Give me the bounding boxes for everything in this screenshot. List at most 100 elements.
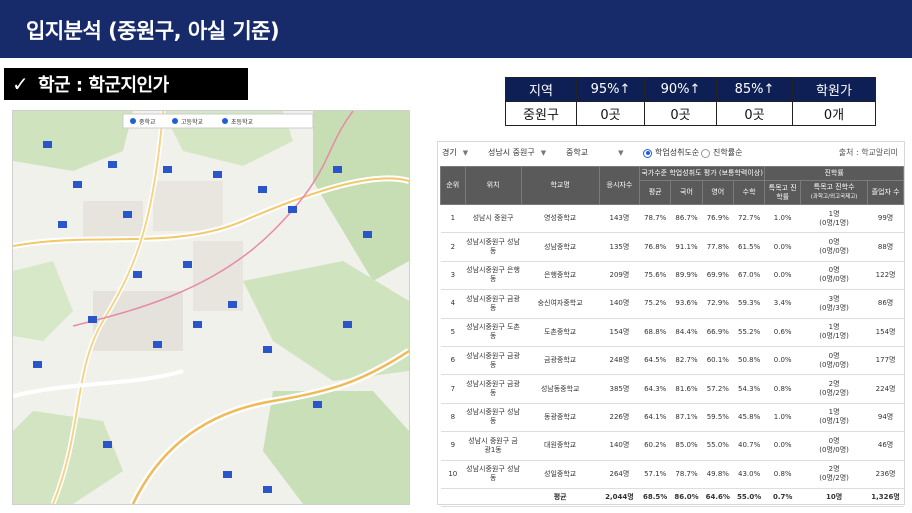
school-level-select[interactable]: 중학교 ▼ [566,146,623,160]
col-rank: 순위 [440,166,466,205]
col-graduates: 졸업자 수 [867,180,904,205]
table-row: 2 성남시중원구 성남동 성남중학교 135명 76.8% 91.1% 77.8% 61.5%… [440,232,904,262]
cell-kor: 86.7% [670,204,703,234]
cell-math: 40.7% [733,431,765,461]
header-bar: 입지분석 (중원구, 아실 기준) [0,0,912,58]
filter-toolbar: 경기 ▼ 성남시 중원구 ▼ 중학교 ▼ 학업성취도순 진학률순 출처 : 학교알리미 [438,142,904,164]
avg-cell-empty [440,487,466,507]
cell-avg: 68.8% [639,318,671,347]
cell-math: 61.5% [733,232,765,262]
cell-eng: 57.2% [702,374,734,404]
cell-avg: 64.3% [639,374,671,404]
cell-sc: 0명 (0명/0명) [800,346,868,376]
cell-grads: 177명 [867,346,904,376]
check-icon: ✓ [12,72,29,96]
cell-rank: 6 [440,346,466,376]
col-group-advancement: 진학률 [764,166,904,181]
cell-grads: 154명 [867,318,904,347]
cell-rank: 10 [440,460,466,489]
cell-sr: 0.0% [764,431,801,461]
cell-sc: 0명 (0명/0명) [800,261,868,291]
cell-sc: 0명 (0명/0명) [800,232,868,262]
col-special-count: 특목고 진학수 (과학고/외고국제고) [800,180,869,205]
cell-sc: 2명 (0명/2명) [800,374,868,404]
cell-loc: 성남시중원구 금광동 [465,289,521,319]
cell-sc: 2명 (0명/2명) [800,460,868,489]
cell-eng: 69.9% [702,261,734,291]
cell-students: 140명 [599,289,640,319]
cell-rank: 1 [440,204,466,234]
radio-unselected-icon [701,148,710,158]
cell-school: 은행중학교 [521,261,600,291]
cell-students: 264명 [599,460,640,489]
cell-eng: 60.1% [702,346,734,376]
cell-kor: 82.7% [670,346,703,376]
school-ranking-panel: 경기 ▼ 성남시 중원구 ▼ 중학교 ▼ 학업성취도순 진학률순 출처 : 학교알리미… [437,141,905,507]
cell-avg: 64.5% [639,346,671,376]
avg-cell-grads: 1,326명 [867,487,904,507]
cell-eng: 77.8% [702,232,734,262]
cell-loc: 성남시중원구 금광동 [465,374,521,404]
cell-eng: 59.5% [702,403,734,433]
cell-sr: 1.0% [764,403,801,433]
cell-sr: 0.0% [764,346,801,376]
sort-by-advancement-radio[interactable]: 진학률순 [701,146,742,160]
cell-school: 숭신여자중학교 [521,289,600,319]
cell-eng: 55.0% [702,431,734,461]
col-english: 영어 [701,180,734,205]
sort-by-score-radio[interactable]: 학업성취도순 [643,146,699,160]
table-row: 9 성남시 중원구 금광1동 대원중학교 140명 60.2% 85.0% 55.0% 40.… [440,431,904,461]
cell-kor: 91.1% [670,232,703,262]
cell-rank: 3 [440,261,466,291]
cell-sr: 0.8% [764,460,801,489]
col-students: 응시자수 [598,166,641,205]
col-math: 수학 [732,180,766,205]
cell-grads: 236명 [867,460,904,489]
cell-rank: 7 [440,374,466,404]
cell-kor: 89.9% [670,261,703,291]
col-group-score: 국가수준 학업성취도 평가 (보통학력이상) [639,166,766,181]
cell-students: 226명 [599,403,640,433]
cell-students: 209명 [599,261,640,291]
cell-sr: 0.8% [764,374,801,404]
province-select[interactable]: 경기 ▼ [442,146,468,160]
avg-cell-students: 2,044명 [599,487,640,507]
avg-cell-avg: 68.5% [639,487,671,507]
page-title: 입지분석 (중원구, 아실 기준) [26,19,280,43]
cell-rank: 2 [440,232,466,262]
summary-value-90: 0곳 [644,101,717,126]
cell-school: 대원중학교 [521,431,600,461]
cell-loc: 성남시 중원구 [465,204,521,234]
cell-eng: 76.9% [702,204,734,234]
summary-value-region: 중원구 [505,101,577,126]
table-row: 3 성남시중원구 은행동 은행중학교 209명 75.6% 89.9% 69.9% 67.0%… [440,261,904,291]
school-map[interactable]: 중학교 고등학교 초등학교 [12,110,410,505]
chevron-down-icon: ▼ [618,149,624,157]
cell-sc: 1명 (0명/1명) [800,403,868,433]
cell-sc: 0명 (0명/0명) [800,431,868,461]
avg-cell-label: 평균 [521,487,600,507]
cell-school: 동광중학교 [521,403,600,433]
cell-math: 54.3% [733,374,765,404]
cell-loc: 성남시중원구 도촌동 [465,318,521,347]
avg-cell-eng: 64.6% [702,487,734,507]
district-select[interactable]: 성남시 중원구 ▼ [488,146,546,160]
map-legend-elem: 초등학교 [231,118,254,126]
cell-grads: 88명 [867,232,904,262]
cell-rank: 8 [440,403,466,433]
cell-math: 45.8% [733,403,765,433]
cell-kor: 87.1% [670,403,703,433]
cell-school: 도촌중학교 [521,318,600,347]
cell-kor: 81.6% [670,374,703,404]
cell-math: 72.7% [733,204,765,234]
cell-rank: 4 [440,289,466,319]
cell-eng: 72.9% [702,289,734,319]
table-row: 4 성남시중원구 금광동 숭신여자중학교 140명 75.2% 93.6% 72.9% 59.… [440,289,904,319]
cell-math: 43.0% [733,460,765,489]
cell-school: 금광중학교 [521,346,600,376]
chevron-down-icon: ▼ [540,149,547,157]
col-korean: 국어 [670,180,703,205]
map-legend-high: 고등학교 [181,118,204,126]
cell-school: 영성중학교 [521,204,600,234]
cell-school: 성남중학교 [521,232,600,262]
